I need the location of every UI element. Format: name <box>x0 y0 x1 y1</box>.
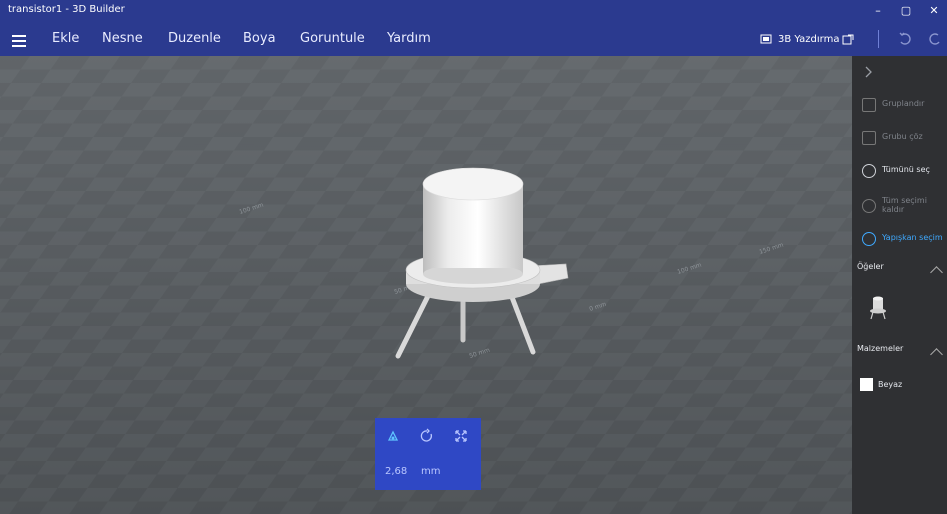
right-panel: Gruplandır Grubu çöz Tümünü seç Tüm seçi… <box>852 56 947 514</box>
toolbar-separator <box>878 30 879 48</box>
deselect-all-button[interactable]: Tüm seçimi kaldır <box>862 193 946 219</box>
minimize-button[interactable]: – <box>865 2 891 20</box>
group-button[interactable]: Gruplandır <box>862 96 946 114</box>
menu-bar: Ekle Nesne Duzenle Boya Goruntule Yardım… <box>0 22 947 56</box>
material-item-white[interactable]: Beyaz <box>860 378 940 394</box>
menu-item-nesne[interactable]: Nesne <box>102 31 143 46</box>
scale-icon[interactable] <box>453 428 469 444</box>
menu-item-yardim[interactable]: Yardım <box>387 31 431 46</box>
deselect-icon <box>862 199 876 213</box>
3d-viewport[interactable]: 100 mm 50 mm 0 mm 50 mm 100 mm 150 mm 2,… <box>0 56 852 514</box>
deselect-all-label: Tüm seçimi kaldır <box>882 196 927 214</box>
transform-control-panel: 2,68 mm <box>375 418 481 490</box>
sticky-select-icon <box>862 232 876 246</box>
item-thumbnail-transistor[interactable] <box>868 296 890 322</box>
share-button[interactable] <box>842 22 856 56</box>
collapse-items-icon[interactable] <box>930 266 943 279</box>
ungroup-button[interactable]: Grubu çöz <box>862 129 946 147</box>
menu-item-goruntule[interactable]: Goruntule <box>300 31 365 46</box>
items-section-title: Öğeler <box>857 262 884 271</box>
maximize-button[interactable]: ▢ <box>893 2 919 20</box>
group-icon <box>862 98 876 112</box>
menu-item-ekle[interactable]: Ekle <box>52 31 79 46</box>
sticky-select-button[interactable]: Yapışkan seçim <box>862 230 946 248</box>
undo-icon <box>899 32 911 45</box>
hamburger-menu-icon[interactable] <box>12 35 26 47</box>
material-swatch <box>860 378 873 391</box>
sticky-select-label: Yapışkan seçim <box>882 233 943 242</box>
print-3d-button[interactable]: 3B Yazdırma <box>760 22 840 56</box>
ungroup-icon <box>862 131 876 145</box>
print-3d-label: 3B Yazdırma <box>778 34 840 45</box>
group-label: Gruplandır <box>882 99 925 108</box>
close-button[interactable]: ✕ <box>921 2 947 20</box>
rotate-icon[interactable] <box>419 428 435 444</box>
window-title: transistor1 - 3D Builder <box>8 4 125 15</box>
title-bar: transistor1 - 3D Builder – ▢ ✕ <box>0 0 947 22</box>
select-all-button[interactable]: Tümünü seç <box>862 162 946 180</box>
menu-item-boya[interactable]: Boya <box>243 31 276 46</box>
dimension-unit: mm <box>421 466 441 477</box>
dimension-value[interactable]: 2,68 <box>385 466 407 477</box>
collapse-materials-icon[interactable] <box>930 348 943 361</box>
undo-button[interactable] <box>898 22 914 56</box>
select-all-icon <box>862 164 876 178</box>
redo-icon <box>929 33 940 45</box>
redo-button[interactable] <box>928 22 944 56</box>
ungroup-label: Grubu çöz <box>882 132 923 141</box>
move-icon[interactable] <box>385 428 401 444</box>
print-3d-icon <box>760 34 772 44</box>
materials-section-title: Malzemeler <box>857 344 904 353</box>
share-icon <box>842 34 854 45</box>
material-name: Beyaz <box>878 380 903 389</box>
collapse-panel-chevron-icon[interactable] <box>864 66 874 78</box>
menu-item-duzenle[interactable]: Duzenle <box>168 31 221 46</box>
select-all-label: Tümünü seç <box>882 165 930 174</box>
